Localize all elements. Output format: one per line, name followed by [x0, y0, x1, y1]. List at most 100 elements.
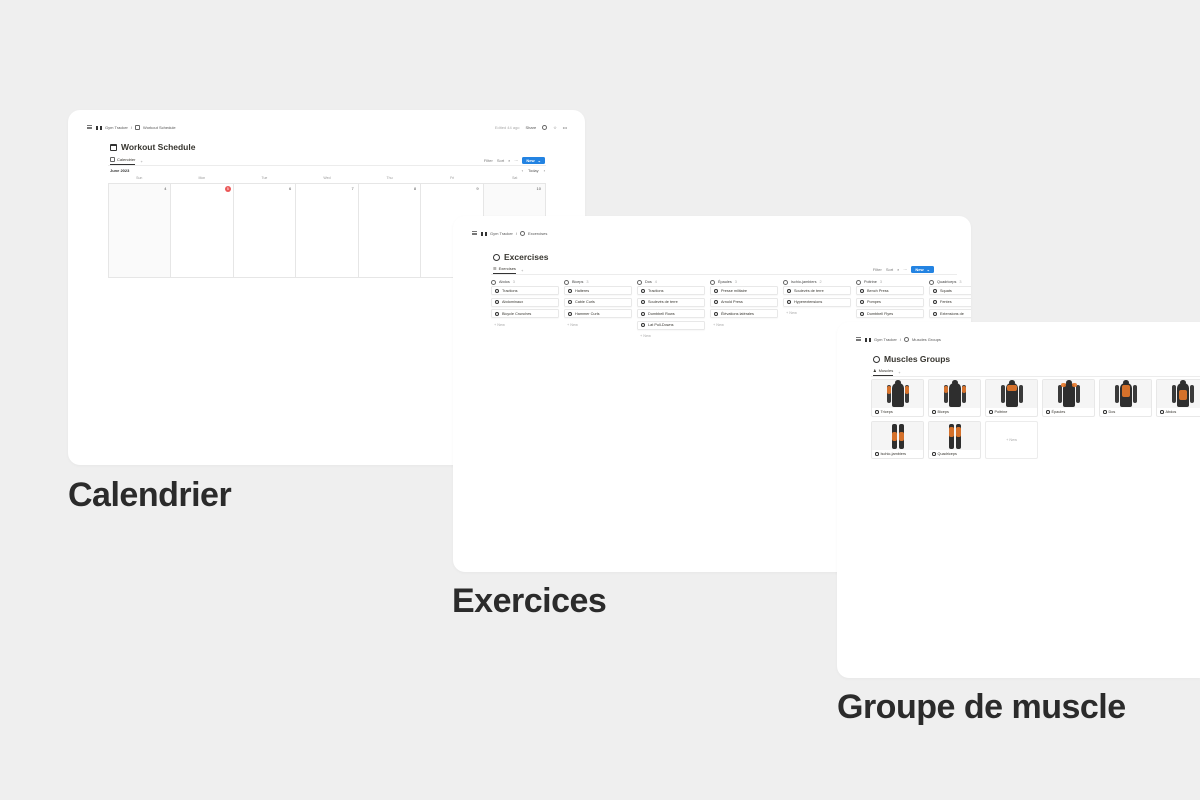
column-header[interactable]: Quadriceps 3	[929, 278, 971, 286]
figure-icon: ♟	[873, 368, 877, 373]
exercise-card[interactable]: Pompes	[856, 297, 924, 307]
more-icon[interactable]: ···	[514, 158, 518, 163]
add-view-icon[interactable]: +	[521, 268, 523, 273]
sort-button[interactable]: Sort	[886, 267, 893, 272]
day-number: 10	[536, 186, 541, 191]
add-card-button[interactable]: + New	[637, 332, 705, 340]
add-card-button[interactable]: + New	[564, 321, 632, 329]
column-header[interactable]: Abdos 3	[491, 278, 559, 286]
share-button[interactable]: Share	[526, 125, 537, 130]
today-button[interactable]: Today	[528, 168, 539, 173]
muscle-caption: Abdos	[1160, 410, 1176, 414]
exercise-card[interactable]: Squats	[929, 286, 971, 295]
exercise-card[interactable]: Hyperextensions	[783, 297, 851, 307]
clock-icon[interactable]	[542, 125, 548, 130]
muscle-card[interactable]: Poitrine	[985, 379, 1038, 417]
breadcrumb-root[interactable]: Gym Tracker	[490, 231, 513, 236]
calendar-day-cell[interactable]: 5	[171, 184, 234, 278]
breadcrumb-page[interactable]: Excercises	[528, 231, 547, 236]
status-circle-icon	[491, 279, 496, 285]
calendar-nav: ‹ Today ›	[522, 168, 545, 173]
calendar-day-cell[interactable]: 6	[233, 184, 297, 278]
sidebar-toggle-icon[interactable]	[856, 337, 861, 341]
muscle-caption: Biceps	[932, 410, 949, 414]
more-icon[interactable]: •••	[563, 125, 567, 130]
sort-button[interactable]: Sort	[497, 158, 504, 163]
column-name: Biceps	[572, 280, 584, 284]
tab-exercises[interactable]: ☰ Exercises	[493, 266, 516, 274]
exercise-card[interactable]: Extensions de	[929, 309, 971, 318]
exercise-name: Presse militaire	[721, 288, 747, 293]
filter-button[interactable]: Filter	[873, 267, 882, 272]
exercise-card[interactable]: Soulevés de terre	[783, 286, 851, 295]
breadcrumb-root[interactable]: Gym Tracker	[874, 337, 897, 342]
muscle-highlight	[1121, 385, 1130, 397]
column-header[interactable]: Ischio-jambiers 2	[783, 278, 851, 286]
breadcrumb-page[interactable]: Workout Schedule	[143, 125, 176, 130]
breadcrumb-page[interactable]: Muscles Groups	[912, 337, 941, 342]
column-header[interactable]: Dos 4	[637, 278, 705, 286]
calendar-day-cell[interactable]: 4	[109, 184, 172, 278]
muscle-card[interactable]: Dos	[1099, 379, 1152, 417]
weekday-label: Fri	[450, 176, 455, 180]
exercise-card[interactable]: Fentes	[929, 297, 971, 307]
calendar-day-cell[interactable]: 7	[296, 184, 359, 278]
muscle-card[interactable]: Triceps	[871, 379, 924, 417]
column-name: Abdos	[499, 280, 510, 284]
muscle-card[interactable]: Ischio-jambiers	[871, 421, 924, 459]
exercise-card[interactable]: Hammer Curls	[564, 309, 632, 318]
exercise-card[interactable]: Lat Pull-Downs	[637, 320, 705, 330]
search-icon[interactable]: ⌕	[508, 158, 510, 163]
exercise-card[interactable]: Abdominaux	[491, 297, 559, 307]
muscle-highlight	[898, 432, 904, 441]
exercise-card[interactable]: Dumbbell Rows	[637, 309, 705, 318]
target-icon	[495, 288, 499, 293]
prev-month-button[interactable]: ‹	[522, 168, 523, 173]
status-circle-icon	[710, 279, 715, 285]
new-button[interactable]: New ⌄	[911, 266, 934, 273]
exercise-card[interactable]: Bench Press	[856, 286, 924, 295]
exercises-topbar: Gym Tracker / Excercises	[453, 216, 971, 250]
exercise-card[interactable]: Presse militaire	[710, 286, 778, 295]
calendar-day-cell[interactable]: 8	[358, 184, 422, 278]
exercise-card[interactable]: Dumbbell Flyes	[856, 309, 924, 318]
column-header[interactable]: Poitrine 3	[856, 278, 924, 286]
target-icon	[933, 288, 937, 293]
add-card-button[interactable]: + New	[710, 321, 778, 329]
muscle-card[interactable]: Biceps	[928, 379, 981, 417]
next-month-button[interactable]: ›	[544, 168, 545, 173]
exercise-card[interactable]: Halteres	[564, 286, 632, 295]
exercise-card[interactable]: Tractions	[491, 286, 559, 295]
more-icon[interactable]: ···	[903, 267, 907, 272]
add-view-icon[interactable]: +	[140, 159, 142, 164]
dumbbell-icon	[481, 231, 487, 236]
exercise-card[interactable]: Cable Curls	[564, 297, 632, 307]
muscle-card[interactable]: Abdos	[1156, 379, 1200, 417]
muscle-card[interactable]: Quadriceps	[928, 421, 981, 459]
exercise-card[interactable]: Soulevés de terre	[637, 297, 705, 307]
tab-calendrier[interactable]: Calendrier	[110, 157, 136, 165]
muscle-name: Épaules	[1051, 410, 1066, 414]
column-header[interactable]: Biceps 3	[564, 278, 632, 286]
muscle-figure	[872, 422, 923, 450]
column-header[interactable]: Épaules 3	[710, 278, 778, 286]
muscle-name: Dos	[1108, 410, 1116, 414]
star-icon[interactable]: ☆	[553, 125, 557, 130]
exercise-card[interactable]: Bicycle Crunches	[491, 309, 559, 318]
breadcrumb-root[interactable]: Gym Tracker	[105, 125, 128, 130]
filter-button[interactable]: Filter	[484, 158, 493, 163]
add-view-icon[interactable]: +	[898, 370, 900, 375]
exercise-card[interactable]: Élévations latérales	[710, 309, 778, 318]
new-button[interactable]: New ⌄	[522, 157, 545, 164]
sidebar-toggle-icon[interactable]	[472, 231, 477, 235]
add-card-button[interactable]: + New	[985, 421, 1038, 459]
exercise-card[interactable]: Arnold Press	[710, 297, 778, 307]
exercise-card[interactable]: Tractions	[637, 286, 705, 295]
muscle-card[interactable]: Épaules	[1042, 379, 1095, 417]
sidebar-toggle-icon[interactable]	[87, 125, 92, 129]
add-card-button[interactable]: + New	[783, 309, 851, 317]
muscle-highlight	[891, 432, 897, 441]
add-card-button[interactable]: + New	[491, 321, 559, 329]
tab-muscles[interactable]: ♟ Muscles	[873, 368, 894, 376]
search-icon[interactable]: ⌕	[897, 267, 899, 272]
